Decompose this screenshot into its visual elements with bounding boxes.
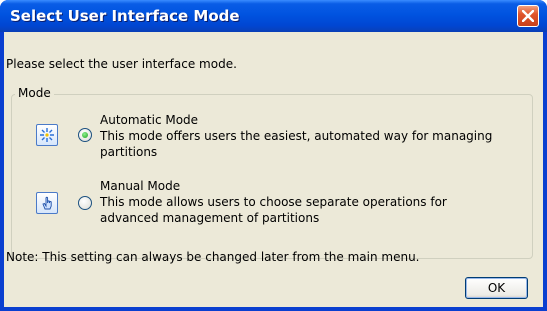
ok-button-label: OK [487,281,506,295]
manual-mode-label[interactable]: Manual Mode [100,178,180,194]
window-title: Select User Interface Mode [10,7,240,25]
automatic-mode-description-continued: partitions [100,145,158,159]
close-icon [522,10,534,22]
mode-groupbox [11,94,533,259]
manual-mode-description-continued: advanced management of partitions [100,211,320,225]
manual-mode-radio[interactable] [78,196,92,210]
automatic-mode-radio[interactable] [78,128,92,142]
hand-pointer-icon [36,192,58,214]
title-bar[interactable]: Select User Interface Mode [0,0,547,32]
automatic-mode-description: This mode offers users the easiest, auto… [100,129,493,143]
magic-wand-icon [36,124,58,146]
radio-selected-dot [82,132,88,138]
ok-button[interactable]: OK [465,277,528,299]
note-text: Note: This setting can always be changed… [6,250,420,264]
automatic-mode-label[interactable]: Automatic Mode [100,112,198,128]
manual-mode-description: This mode allows users to choose separat… [100,195,447,209]
prompt-text: Please select the user interface mode. [6,57,237,71]
close-button[interactable] [517,5,539,27]
dialog-body: Please select the user interface mode. M… [4,32,543,307]
dialog-window: Select User Interface Mode Please select… [0,0,547,311]
mode-group-label: Mode [15,85,54,101]
